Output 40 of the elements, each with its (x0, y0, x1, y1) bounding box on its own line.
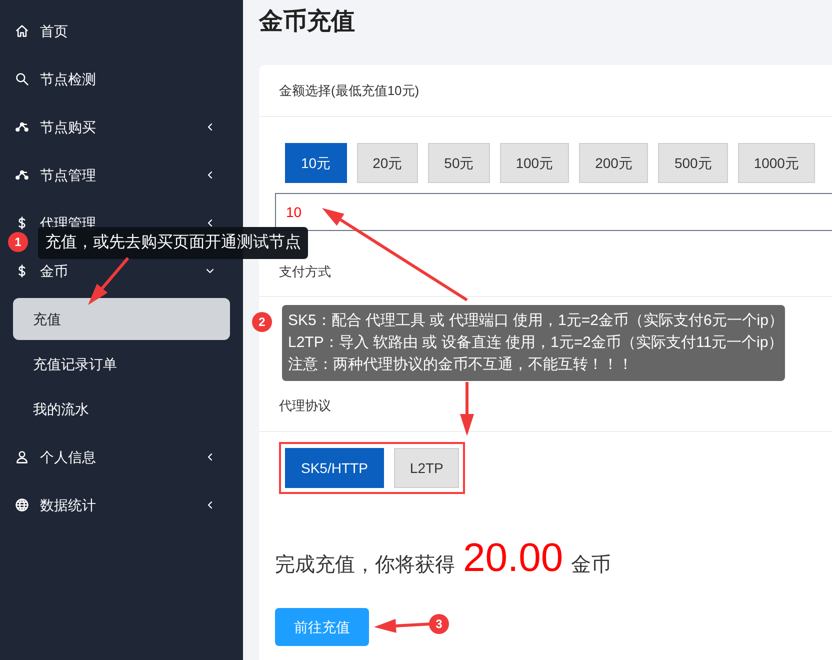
globe-icon (15, 498, 29, 512)
sidebar-subitem[interactable]: 充值记录订单 (13, 343, 230, 385)
sidebar-item[interactable]: 节点检测 (0, 55, 243, 103)
number-badge: 2 (252, 312, 272, 332)
network-icon (15, 168, 29, 182)
arrow (374, 618, 430, 633)
coin-amount: 20.00 (463, 538, 564, 578)
sidebar-item[interactable]: 首页 (0, 7, 243, 55)
sidebar-subitem[interactable]: 充值 (13, 298, 230, 340)
sidebar-item[interactable]: 个人信息 (0, 433, 243, 481)
tooltip-text: L2TP：导入 软路由 或 设备直连 使用，1元=2金币（实际支付11元一个ip） (288, 333, 784, 353)
option-button[interactable]: 50元 (428, 143, 490, 183)
tooltip-text: 充值，或先去购买页面开通测试节点 (45, 232, 301, 253)
section-label: 金额选择(最低充值10元) (279, 82, 420, 100)
sidebar-item[interactable]: 节点购买 (0, 103, 243, 151)
section-label: 支付方式 (279, 262, 331, 281)
sidebar-item[interactable]: 节点管理 (0, 151, 243, 199)
tooltip-text: 注意：两种代理协议的金币不互通，不能互转！！！ (288, 355, 634, 375)
option-button[interactable]: 20元 (356, 143, 418, 183)
option-button[interactable]: 500元 (658, 143, 728, 183)
option-button[interactable]: 1000元 (738, 143, 815, 183)
option-button[interactable]: 10元 (285, 143, 347, 183)
option-button[interactable]: 200元 (579, 143, 648, 183)
result-text: 完成充值，你将获得 (275, 553, 455, 578)
arrow (88, 257, 130, 305)
option-button[interactable]: L2TP (394, 448, 460, 488)
page-title: 金币充值 (258, 7, 356, 37)
tooltip-text: SK5：配合 代理工具 或 代理端口 使用，1元=2金币（实际支付6元一个ip） (288, 311, 784, 331)
amount-input[interactable]: 10 (275, 193, 832, 231)
sidebar-subitem[interactable]: 我的流水 (13, 388, 230, 430)
option-button[interactable]: 100元 (500, 143, 570, 183)
sidebar-item[interactable]: 数据统计 (0, 481, 243, 529)
home-icon (15, 24, 29, 38)
search-icon (15, 72, 29, 86)
user-icon (15, 450, 29, 464)
unit-text: 金币 (571, 553, 612, 578)
network-icon (15, 120, 29, 134)
section-label: 代理协议 (279, 397, 331, 416)
arrow (460, 382, 474, 436)
option-button[interactable]: SK5/HTTP (285, 448, 384, 488)
